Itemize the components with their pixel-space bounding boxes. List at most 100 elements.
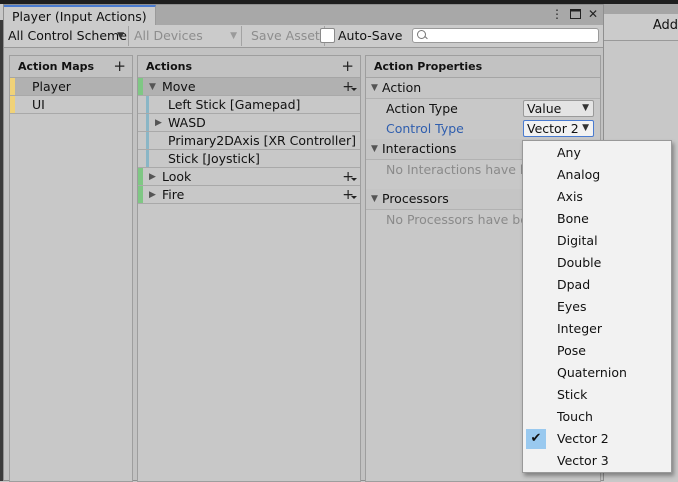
expanded-triangle-icon[interactable]: ▼	[149, 78, 156, 96]
action-maps-title: Action Maps	[18, 60, 95, 73]
binding-label: Stick [Joystick]	[168, 151, 260, 166]
more-options-icon[interactable]: ⋮	[551, 7, 563, 21]
action-row-move[interactable]: ▼ Move +	[138, 78, 360, 96]
processors-section-title: Processors	[382, 191, 449, 206]
action-map-ui[interactable]: UI	[10, 96, 132, 114]
menu-item-label: Vector 2	[557, 431, 609, 446]
control-type-label: Control Type	[386, 121, 464, 136]
chevron-down-icon: ▼	[582, 103, 589, 113]
actions-panel: Actions + ▼ Move + Left Stick [Gamepad] …	[137, 55, 361, 482]
action-map-player[interactable]: Player	[10, 78, 132, 96]
menu-item-label: Touch	[557, 409, 593, 424]
menu-item-any[interactable]: Any	[523, 142, 671, 164]
menu-item-integer[interactable]: Integer	[523, 318, 671, 340]
action-map-label: UI	[32, 97, 45, 112]
expanded-triangle-icon: ▼	[371, 194, 378, 204]
action-row-look[interactable]: ▶ Look +	[138, 168, 360, 186]
action-label: Look	[162, 169, 192, 184]
action-type-value: Value	[527, 101, 562, 116]
control-type-value: Vector 2	[527, 121, 579, 136]
binding-row-left-stick[interactable]: Left Stick [Gamepad]	[138, 96, 360, 114]
action-marker	[138, 78, 143, 95]
auto-save-label[interactable]: Auto-Save	[338, 26, 402, 46]
menu-item-double[interactable]: Double	[523, 252, 671, 274]
auto-save-checkbox[interactable]	[320, 28, 335, 43]
add-action-icon[interactable]: +	[341, 56, 354, 77]
chevron-down-icon: ▼	[230, 31, 237, 41]
binding-row-wasd[interactable]: ▶ WASD	[138, 114, 360, 132]
control-type-dropdown[interactable]: Vector 2 ▼	[523, 120, 594, 137]
save-asset-button[interactable]: Save Asset	[247, 26, 325, 46]
binding-label: Left Stick [Gamepad]	[168, 97, 301, 112]
collapsed-triangle-icon[interactable]: ▶	[149, 186, 156, 204]
control-scheme-label: All Control Scheme	[8, 28, 127, 43]
collapsed-triangle-icon[interactable]: ▶	[155, 114, 162, 132]
interactions-section-title: Interactions	[382, 141, 457, 156]
menu-item-label: Eyes	[557, 299, 587, 314]
menu-item-label: Axis	[557, 189, 583, 204]
action-map-label: Player	[32, 79, 71, 94]
binding-marker	[146, 96, 149, 113]
binding-label: WASD	[168, 115, 206, 130]
background-tab-strip	[600, 4, 678, 14]
menu-item-label: Integer	[557, 321, 602, 336]
menu-item-bone[interactable]: Bone	[523, 208, 671, 230]
expanded-triangle-icon: ▼	[371, 83, 378, 93]
menu-item-label: Pose	[557, 343, 586, 358]
action-map-marker	[10, 78, 15, 95]
menu-item-pose[interactable]: Pose	[523, 340, 671, 362]
add-action-map-icon[interactable]: +	[113, 56, 126, 77]
add-binding-icon[interactable]: +	[342, 186, 357, 204]
menu-item-label: Quaternion	[557, 365, 627, 380]
action-properties-title: Action Properties	[374, 60, 483, 73]
input-actions-window: Player (Input Actions) ⋮ ✕ All Control S…	[3, 4, 604, 482]
menu-item-label: Bone	[557, 211, 589, 226]
action-row-fire[interactable]: ▶ Fire +	[138, 186, 360, 204]
menu-item-digital[interactable]: Digital	[523, 230, 671, 252]
action-properties-header: Action Properties	[366, 56, 600, 78]
chevron-down-icon: ▼	[117, 31, 124, 41]
binding-marker	[146, 114, 149, 131]
menu-item-analog[interactable]: Analog	[523, 164, 671, 186]
action-label: Move	[162, 79, 196, 94]
control-scheme-dropdown[interactable]: All Control Scheme ▼	[4, 26, 129, 46]
menu-item-touch[interactable]: Touch	[523, 406, 671, 428]
action-section-title: Action	[382, 80, 422, 95]
action-type-label: Action Type	[386, 101, 458, 116]
collapsed-triangle-icon[interactable]: ▶	[149, 168, 156, 186]
menu-item-eyes[interactable]: Eyes	[523, 296, 671, 318]
add-binding-icon[interactable]: +	[342, 168, 357, 186]
window-tab[interactable]: Player (Input Actions)	[4, 5, 156, 25]
menu-item-label: Double	[557, 255, 602, 270]
interactions-empty-text: No Interactions have bee	[386, 162, 544, 177]
action-map-marker	[10, 96, 15, 113]
action-section-body: Action Type Value ▼ Control Type Vector …	[366, 99, 600, 139]
action-type-dropdown[interactable]: Value ▼	[523, 100, 594, 117]
action-section-header[interactable]: ▼ Action	[366, 78, 600, 99]
menu-item-vector-2[interactable]: ✔ Vector 2	[523, 428, 671, 450]
menu-item-label: Dpad	[557, 277, 591, 292]
menu-item-label: Digital	[557, 233, 598, 248]
menu-item-vector-3[interactable]: Vector 3	[523, 450, 671, 472]
binding-label: Primary2DAxis [XR Controller]	[168, 133, 357, 148]
add-binding-icon[interactable]: +	[342, 78, 357, 96]
maximize-icon[interactable]	[569, 7, 581, 21]
close-icon[interactable]: ✕	[587, 7, 599, 21]
action-maps-panel: Action Maps + Player UI	[9, 55, 133, 482]
action-maps-header: Action Maps +	[10, 56, 132, 78]
search-icon	[417, 30, 426, 39]
search-input[interactable]	[412, 28, 599, 43]
menu-item-axis[interactable]: Axis	[523, 186, 671, 208]
binding-row-primary2daxis[interactable]: Primary2DAxis [XR Controller]	[138, 132, 360, 150]
background-add-button[interactable]: Add	[653, 18, 678, 33]
menu-item-quaternion[interactable]: Quaternion	[523, 362, 671, 384]
devices-dropdown[interactable]: All Devices ▼	[130, 26, 242, 46]
menu-item-stick[interactable]: Stick	[523, 384, 671, 406]
actions-header: Actions +	[138, 56, 360, 78]
binding-row-joystick[interactable]: Stick [Joystick]	[138, 150, 360, 168]
action-marker	[138, 168, 143, 185]
menu-item-dpad[interactable]: Dpad	[523, 274, 671, 296]
control-type-menu: Any Analog Axis Bone Digital Double Dpad…	[522, 140, 672, 473]
menu-item-label: Vector 3	[557, 453, 609, 468]
action-label: Fire	[162, 187, 185, 202]
